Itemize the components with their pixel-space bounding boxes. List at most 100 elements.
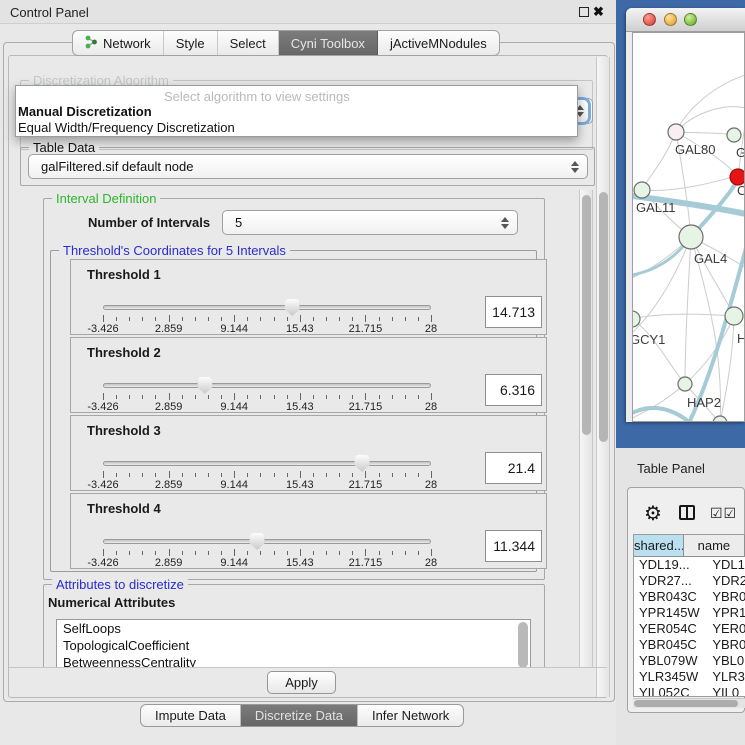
network-node-green[interactable] bbox=[727, 128, 741, 142]
cell-name[interactable]: YBL0 bbox=[706, 653, 745, 669]
cell-name[interactable]: YBR0 bbox=[706, 637, 745, 653]
tab-cyni-toolbox[interactable]: Cyni Toolbox bbox=[279, 31, 378, 55]
mode-tab-infer-network[interactable]: Infer Network bbox=[358, 705, 463, 726]
cell-shared-name[interactable]: YDL19... bbox=[634, 557, 706, 573]
cell-shared-name[interactable]: YLR345W bbox=[634, 669, 706, 685]
network-edge[interactable] bbox=[633, 319, 685, 384]
table-row[interactable]: YPR145WYPR1 bbox=[634, 605, 745, 621]
slider-handle[interactable] bbox=[285, 299, 300, 316]
cell-shared-name[interactable]: YBL079W bbox=[634, 653, 706, 669]
gear-icon[interactable]: ⚙ bbox=[644, 501, 662, 526]
tab-jactivemnodules[interactable]: jActiveMNodules bbox=[378, 31, 499, 55]
number-of-intervals-label: Number of Intervals bbox=[88, 215, 210, 230]
cell-shared-name[interactable]: YBR043C bbox=[634, 589, 706, 605]
network-node-pink[interactable] bbox=[668, 124, 684, 140]
zoom-traffic-light-icon[interactable] bbox=[684, 13, 697, 26]
cell-name[interactable]: YDL1 bbox=[706, 557, 745, 573]
cell-name[interactable]: YDR2 bbox=[706, 573, 745, 589]
threshold-slider[interactable]: -3.4262.8599.14415.4321.71528 bbox=[103, 534, 431, 568]
list-scrollbar[interactable] bbox=[518, 622, 528, 667]
slider-handle[interactable] bbox=[355, 455, 370, 472]
slider-track[interactable] bbox=[103, 461, 431, 466]
attribute-list-item[interactable]: SelfLoops bbox=[57, 620, 530, 637]
table-row[interactable]: YBR043CYBR0 bbox=[634, 589, 745, 605]
table-header-row: shared... name bbox=[634, 535, 745, 557]
slider-handle[interactable] bbox=[197, 377, 212, 394]
cell-shared-name[interactable]: YBR045C bbox=[634, 637, 706, 653]
close-icon[interactable]: ✖ bbox=[593, 4, 604, 20]
cell-name[interactable]: YBR0 bbox=[706, 589, 745, 605]
apply-button[interactable]: Apply bbox=[267, 671, 336, 694]
cell-shared-name[interactable]: YPR145W bbox=[634, 605, 706, 621]
network-node-green[interactable] bbox=[679, 225, 703, 249]
table-row[interactable]: YER054CYER0 bbox=[634, 621, 745, 637]
cell-shared-name[interactable]: YDR27... bbox=[634, 573, 706, 589]
tab-style[interactable]: Style bbox=[164, 31, 218, 55]
threshold-slider[interactable]: -3.4262.8599.14415.4321.71528 bbox=[103, 378, 431, 412]
cell-shared-name[interactable]: YIL052C bbox=[634, 685, 706, 697]
network-edge[interactable] bbox=[633, 237, 691, 333]
threshold-value-field[interactable]: 11.344 bbox=[485, 530, 542, 562]
table-horizontal-scrollbar[interactable] bbox=[633, 698, 745, 708]
minimize-traffic-light-icon[interactable] bbox=[664, 13, 677, 26]
checkbox-icons[interactable]: ☑☑ bbox=[710, 505, 737, 522]
slider-track[interactable] bbox=[103, 305, 431, 310]
node-table[interactable]: shared... name YDL19...YDL1YDR27...YDR2Y… bbox=[633, 534, 745, 697]
table-row[interactable]: YIL052CYIL0 bbox=[634, 685, 745, 697]
control-panel-tabs: NetworkStyleSelectCyni ToolboxjActiveMNo… bbox=[72, 30, 500, 56]
network-canvas[interactable]: GAL80GACGAL11GAL4GCY1HAHAP2 bbox=[632, 32, 745, 422]
scrollbar-thumb[interactable] bbox=[599, 192, 608, 442]
mode-tab-impute-data[interactable]: Impute Data bbox=[141, 705, 241, 726]
cell-name[interactable]: YER0 bbox=[706, 621, 745, 637]
network-edge[interactable] bbox=[676, 75, 745, 132]
outer-vertical-scrollbar[interactable] bbox=[596, 57, 610, 697]
inner-vertical-scrollbar[interactable] bbox=[579, 190, 593, 667]
numerical-attributes-list[interactable]: SelfLoopsTopologicalCoefficientBetweenne… bbox=[56, 619, 531, 667]
cell-shared-name[interactable]: YER054C bbox=[634, 621, 706, 637]
column-header-name[interactable]: name bbox=[684, 535, 745, 557]
network-edge[interactable] bbox=[642, 132, 676, 190]
tab-select[interactable]: Select bbox=[218, 31, 279, 55]
network-edge-highlight[interactable] bbox=[633, 408, 693, 422]
scrollbar-thumb[interactable] bbox=[582, 195, 591, 435]
threshold-value-field[interactable]: 21.4 bbox=[485, 452, 542, 484]
attribute-list-item[interactable]: TopologicalCoefficient bbox=[57, 637, 530, 654]
mode-tab-discretize-data[interactable]: Discretize Data bbox=[241, 705, 358, 726]
threshold-slider[interactable]: -3.4262.8599.14415.4321.71528 bbox=[103, 300, 431, 334]
network-node-green[interactable] bbox=[678, 377, 692, 391]
close-traffic-light-icon[interactable] bbox=[643, 13, 656, 26]
float-window-icon[interactable] bbox=[579, 7, 589, 17]
network-edge[interactable] bbox=[691, 237, 734, 316]
slider-track[interactable] bbox=[103, 383, 431, 388]
table-panel-title: Table Panel bbox=[637, 461, 705, 476]
network-node-green[interactable] bbox=[725, 307, 743, 325]
algorithm-option[interactable]: Manual Discretization bbox=[18, 104, 152, 119]
tab-network[interactable]: Network bbox=[73, 31, 164, 55]
table-row[interactable]: YDL19...YDL1 bbox=[634, 557, 745, 573]
slider-track[interactable] bbox=[103, 539, 431, 544]
table-data-combobox[interactable]: galFiltered.sif default node bbox=[28, 154, 588, 179]
network-edge[interactable] bbox=[676, 132, 734, 135]
table-row[interactable]: YBL079WYBL0 bbox=[634, 653, 745, 669]
slider-handle[interactable] bbox=[250, 533, 265, 550]
threshold-value-field[interactable]: 14.713 bbox=[485, 296, 542, 328]
cell-name[interactable]: YPR1 bbox=[706, 605, 745, 621]
algorithm-option[interactable]: Equal Width/Frequency Discretization bbox=[18, 120, 235, 135]
table-row[interactable]: YDR27...YDR2 bbox=[634, 573, 745, 589]
threshold-value-field[interactable]: 6.316 bbox=[485, 374, 542, 406]
scrollbar-thumb[interactable] bbox=[634, 700, 738, 707]
table-row[interactable]: YLR345WYLR3 bbox=[634, 669, 745, 685]
table-row[interactable]: YBR045CYBR0 bbox=[634, 637, 745, 653]
cell-name[interactable]: YIL0 bbox=[706, 685, 745, 697]
combo-stepper-icon[interactable] bbox=[497, 217, 513, 229]
network-edge[interactable] bbox=[685, 237, 691, 384]
split-view-icon[interactable] bbox=[679, 505, 695, 520]
attribute-list-item[interactable]: BetweennessCentrality bbox=[57, 654, 530, 667]
number-of-intervals-combobox[interactable]: 5 bbox=[222, 210, 518, 235]
cell-name[interactable]: YLR3 bbox=[706, 669, 745, 685]
network-node-green[interactable] bbox=[634, 182, 650, 198]
network-window-titlebar[interactable] bbox=[626, 8, 745, 32]
column-header-shared-name[interactable]: shared... bbox=[634, 535, 684, 557]
combo-stepper-icon[interactable] bbox=[567, 161, 583, 173]
threshold-slider[interactable]: -3.4262.8599.14415.4321.71528 bbox=[103, 456, 431, 490]
